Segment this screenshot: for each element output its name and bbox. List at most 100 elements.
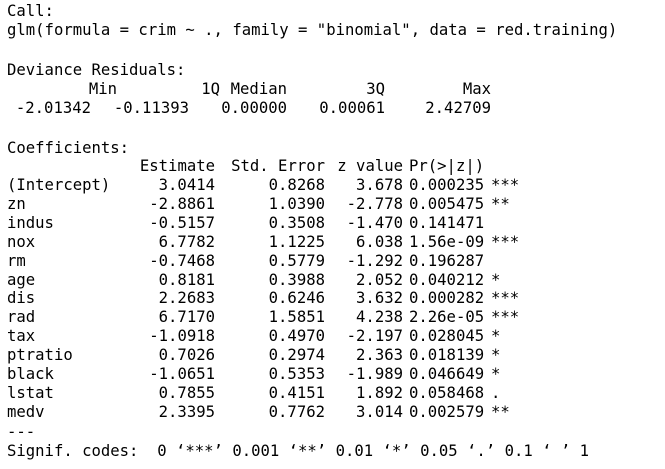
coef-estimate: 6.7170: [158, 308, 215, 327]
coef-row-black: black -1.0651 0.5353 -1.989 0.046649 *: [7, 365, 607, 384]
coef-z-value: 6.038: [356, 232, 403, 251]
residuals-header-row: Min 1Q Median 3Q Max: [7, 80, 607, 99]
coef-term: black: [7, 365, 54, 383]
coef-estimate: -1.0651: [149, 365, 215, 383]
coef-signif-stars: *: [491, 346, 501, 365]
coef-term: ptratio: [7, 346, 73, 365]
coef-term: rad: [7, 308, 36, 327]
residual-value-1q: -0.11393: [113, 99, 189, 117]
call-label: Call:: [7, 2, 54, 20]
coef-signif-stars: *: [491, 270, 501, 289]
coef-signif-stars: ***: [491, 308, 520, 327]
coef-estimate: -1.0918: [149, 327, 215, 346]
coef-header-estimate: Estimate: [139, 157, 215, 175]
coef-std-error: 0.4970: [268, 327, 325, 346]
coef-term: zn: [7, 194, 26, 213]
coef-term: age: [7, 270, 36, 289]
coef-p-value: 1.56e-09: [409, 232, 485, 251]
coef-estimate: 6.7782: [158, 232, 215, 251]
coef-p-value: 0.196287: [409, 251, 485, 270]
coef-z-value: -2.197: [346, 327, 403, 346]
coef-header-z-value: z value: [337, 157, 403, 175]
coef-z-value: -1.470: [346, 213, 403, 232]
coef-term: lstat: [7, 383, 54, 402]
coef-std-error: 1.5851: [268, 308, 325, 327]
residual-header-max: Max: [462, 80, 491, 98]
coef-z-value: 3.678: [356, 176, 403, 194]
coef-z-value: 4.238: [356, 308, 403, 327]
coef-estimate: 3.0414: [158, 176, 215, 194]
coef-term: tax: [7, 327, 36, 346]
coef-row-rad: rad 6.7170 1.5851 4.238 2.26e-05 ***: [7, 308, 607, 327]
residual-value-min: -2.01342: [15, 99, 91, 117]
coef-term: medv: [7, 402, 45, 421]
coef-std-error: 1.1225: [268, 232, 325, 251]
coef-std-error: 0.8268: [268, 176, 325, 194]
coef-row-indus: indus -0.5157 0.3508 -1.470 0.141471: [7, 214, 607, 233]
residual-value-median: 0.00000: [221, 99, 287, 117]
coef-z-value: 3.632: [356, 289, 403, 308]
residual-header-3q: 3Q: [366, 80, 385, 98]
coef-z-value: -1.292: [346, 251, 403, 270]
coef-estimate: 0.7026: [158, 346, 215, 365]
coef-std-error: 0.5353: [268, 365, 325, 383]
residual-header-1q: 1Q: [201, 80, 220, 98]
coef-z-value: -1.989: [346, 365, 403, 383]
coef-z-value: 2.052: [356, 270, 403, 289]
coef-p-value: 2.26e-05: [409, 308, 485, 327]
coef-std-error: 0.3508: [268, 213, 325, 232]
coef-std-error: 0.5779: [268, 251, 325, 270]
coef-signif-stars: ***: [491, 289, 520, 308]
coef-p-value: 0.046649: [409, 365, 485, 383]
coef-z-value: 3.014: [356, 402, 403, 421]
signif-codes-legend: Signif. codes: 0 ‘***’ 0.001 ‘**’ 0.01 ‘…: [7, 442, 590, 460]
coef-row-ptratio: ptratio 0.7026 0.2974 2.363 0.018139 *: [7, 346, 607, 365]
coef-z-value: -2.778: [346, 194, 403, 213]
residual-value-max: 2.42709: [425, 99, 491, 117]
coef-signif-stars: **: [491, 194, 510, 213]
coef-p-value: 0.000282: [409, 289, 485, 308]
coefficients-header-row: Estimate Std. Error z value Pr(>|z|): [7, 157, 607, 176]
coef-p-value: 0.000235: [409, 176, 485, 194]
coef-z-value: 2.363: [356, 346, 403, 365]
residual-header-median: Median: [230, 80, 287, 98]
coef-std-error: 0.6246: [268, 289, 325, 308]
coef-p-value: 0.040212: [409, 270, 485, 289]
coef-estimate: 2.3395: [158, 402, 215, 421]
coef-std-error: 0.3988: [268, 270, 325, 289]
coef-p-value: 0.058468: [409, 383, 485, 402]
coef-signif-stars: *: [491, 327, 501, 346]
coef-z-value: 1.892: [356, 383, 403, 402]
coef-term: indus: [7, 213, 54, 232]
coef-row-rm: rm -0.7468 0.5779 -1.292 0.196287: [7, 252, 607, 271]
coef-row-dis: dis 2.2683 0.6246 3.632 0.000282 ***: [7, 289, 607, 308]
call-formula: glm(formula = crim ~ ., family = "binomi…: [7, 21, 618, 39]
coef-estimate: 0.8181: [158, 270, 215, 289]
coef-row-age: age 0.8181 0.3988 2.052 0.040212 *: [7, 271, 607, 290]
coef-p-value: 0.005475: [409, 194, 485, 213]
coef-std-error: 1.0390: [268, 194, 325, 213]
coef-estimate: -0.7468: [149, 251, 215, 270]
coef-term: dis: [7, 289, 36, 308]
coef-signif-stars: ***: [491, 232, 520, 251]
coef-std-error: 0.7762: [268, 402, 325, 421]
coef-p-value: 0.002579: [409, 402, 485, 421]
coef-signif-stars: *: [491, 365, 501, 383]
coef-row-medv: medv 2.3395 0.7762 3.014 0.002579 **: [7, 403, 607, 422]
coef-header-std-error: Std. Error: [231, 157, 325, 175]
r-console-output: Call: glm(formula = crim ~ ., family = "…: [0, 0, 665, 469]
coef-row-zn: zn -2.8861 1.0390 -2.778 0.005475 **: [7, 195, 607, 214]
coef-estimate: 2.2683: [158, 289, 215, 308]
separator-line: ---: [7, 423, 36, 441]
residual-value-3q: 0.00061: [319, 99, 385, 117]
coef-row-nox: nox 6.7782 1.1225 6.038 1.56e-09 ***: [7, 233, 607, 252]
coef-std-error: 0.2974: [268, 346, 325, 365]
coef-row-tax: tax -1.0918 0.4970 -2.197 0.028045 *: [7, 327, 607, 346]
residual-header-min: Min: [88, 80, 117, 98]
coef-p-value: 0.028045: [409, 327, 485, 346]
coef-row-intercept: (Intercept) 3.0414 0.8268 3.678 0.000235 ***: [7, 176, 607, 195]
coef-estimate: 0.7855: [158, 383, 215, 402]
coef-std-error: 0.4151: [268, 383, 325, 402]
coef-term: rm: [7, 251, 26, 270]
coefficients-label: Coefficients:: [7, 139, 130, 157]
